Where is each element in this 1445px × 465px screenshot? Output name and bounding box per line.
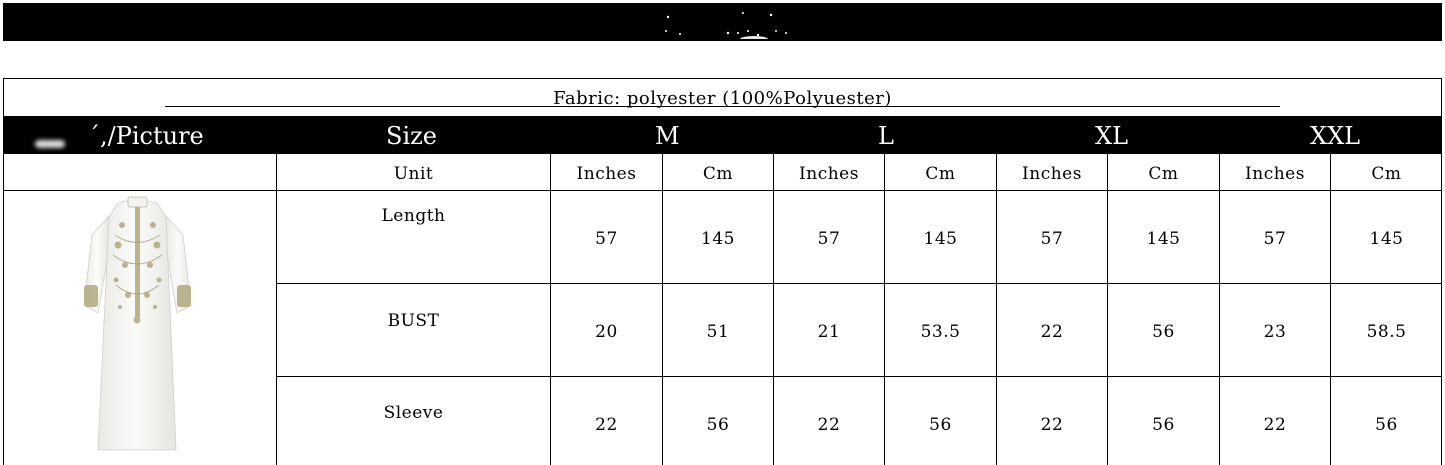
table-cell: 57 (1263, 229, 1287, 249)
table-cell: 145 (923, 229, 958, 249)
table-cell: 22 (1040, 322, 1064, 342)
row-label-length: Length (381, 206, 446, 226)
table-cell: 57 (1040, 229, 1064, 249)
table-cell: 145 (1146, 229, 1181, 249)
row-label-bust: BUST (387, 311, 440, 331)
unit-xl-inches: Inches (1022, 164, 1082, 184)
unit-xxl-inches: Inches (1245, 164, 1305, 184)
table-cell: 56 (1375, 415, 1398, 435)
dress-image (83, 196, 192, 451)
table-cell: 56 (1152, 322, 1175, 342)
unit-label: Unit (393, 164, 434, 184)
table-cell: 58.5 (1366, 322, 1407, 342)
table-cell: 57 (817, 229, 841, 249)
banner-specks (665, 12, 787, 39)
row-label-sleeve: Sleeve (383, 403, 444, 423)
header-size: Size (386, 122, 437, 150)
unit-l-cm: Cm (925, 164, 956, 184)
table-cell: 22 (595, 415, 618, 435)
header-size-l: L (878, 122, 894, 150)
table-cell: 21 (817, 322, 841, 342)
table-cell: 56 (1152, 415, 1175, 435)
unit-xxl-cm: Cm (1371, 164, 1402, 184)
top-banner (3, 3, 1442, 41)
table-cell: 145 (701, 229, 735, 249)
header-size-xxl: XXL (1310, 122, 1361, 150)
table-cell: 56 (706, 415, 730, 435)
table-cell: 145 (1369, 229, 1404, 249)
unit-m-inches: Inches (576, 164, 637, 184)
row-divider (3, 190, 1442, 191)
table-cell: 56 (929, 415, 952, 435)
unit-l-inches: Inches (799, 164, 859, 184)
fabric-underline (165, 106, 1280, 107)
table-cell: 23 (1263, 322, 1287, 342)
table-cell: 57 (595, 229, 618, 249)
table-cell: 51 (706, 322, 730, 342)
header-picture: ´,/Picture (88, 122, 204, 150)
table-cell: 22 (1040, 415, 1064, 435)
unit-xl-cm: Cm (1148, 164, 1179, 184)
header-blur-mark (35, 140, 65, 148)
table-cell: 53.5 (920, 322, 961, 342)
header-size-m: M (655, 122, 680, 150)
size-header-bar (3, 116, 1442, 154)
table-cell: 20 (595, 322, 618, 342)
row-divider (277, 283, 1442, 284)
table-cell: 22 (1263, 415, 1287, 435)
header-size-xl: XL (1095, 122, 1129, 150)
unit-m-cm: Cm (702, 164, 734, 184)
row-divider (277, 376, 1442, 377)
table-cell: 22 (817, 415, 841, 435)
